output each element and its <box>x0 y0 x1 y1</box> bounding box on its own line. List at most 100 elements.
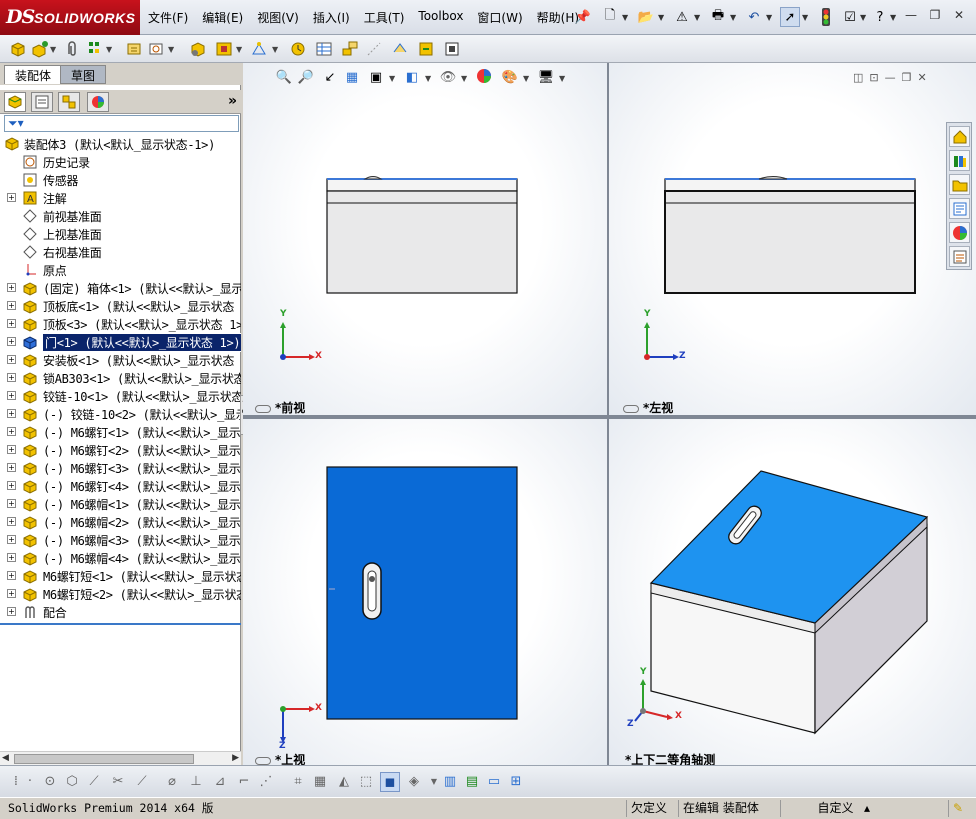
relation-icon[interactable]: ⊥ <box>186 772 206 792</box>
tree-node[interactable]: + A 注解 <box>0 189 241 207</box>
new-part-icon[interactable] <box>30 39 50 59</box>
apply-scene-icon[interactable]: 🎨 <box>501 68 519 88</box>
shaded-box-icon[interactable]: ◼ <box>380 772 400 792</box>
single-view-icon[interactable]: ▭ <box>484 772 504 792</box>
expand-toggle-icon[interactable]: + <box>7 481 16 490</box>
tree-node[interactable]: 历史记录 <box>0 153 241 171</box>
tree-node[interactable]: + (-) M6螺帽<4> (默认<<默认>_显示状 <box>0 549 241 567</box>
print-icon[interactable]: 🖶 <box>708 7 728 27</box>
grid-icon[interactable]: ▦ <box>310 772 330 792</box>
move-dropdown-icon[interactable]: ▼ <box>168 45 174 54</box>
filter-funnel-icon[interactable]: ⏷▾ <box>8 116 24 131</box>
link-views-icon[interactable] <box>255 756 271 765</box>
four-view-icon[interactable]: ⊞ <box>506 772 526 792</box>
expand-toggle-icon[interactable]: + <box>7 409 16 418</box>
sketch-fillet-icon[interactable]: ⌗ <box>288 772 308 792</box>
horizontal-scrollbar[interactable]: ◀ ▶ <box>0 751 241 765</box>
wireframe-box-icon[interactable]: ⬚ <box>356 772 376 792</box>
expand-toggle-icon[interactable]: + <box>7 445 16 454</box>
features-dropdown-icon[interactable]: ▼ <box>236 45 242 54</box>
rebuild-warning-icon[interactable]: ⚠ <box>672 7 692 27</box>
expand-toggle-icon[interactable]: + <box>7 193 16 202</box>
view-layer-icon[interactable]: ▤ <box>462 772 482 792</box>
tree-node[interactable]: + 顶板底<1> (默认<<默认>_显示状态 1 <box>0 297 241 315</box>
zoom-to-fit-icon[interactable]: 🔍 <box>275 68 293 88</box>
viewport-split-icon[interactable]: ◫ <box>853 71 863 84</box>
close-icon[interactable]: ✕ <box>952 8 966 22</box>
corner-rectangle-icon[interactable]: ⌐ <box>234 772 254 792</box>
tree-node[interactable]: + (-) M6螺钉<3> (默认<<默认>_显示状 <box>0 459 241 477</box>
bill-of-materials-icon[interactable] <box>314 39 334 59</box>
help-dropdown-icon[interactable]: ▼ <box>890 13 898 22</box>
section-view-icon[interactable]: ▦ <box>343 68 361 88</box>
tree-node[interactable]: + 安装板<1> (默认<<默认>_显示状态 1 <box>0 351 241 369</box>
options-icon[interactable]: ☑ <box>840 7 860 27</box>
menu-view[interactable]: 视图(V) <box>257 9 299 26</box>
expand-toggle-icon[interactable]: + <box>7 463 16 472</box>
edit-appearance-icon[interactable] <box>475 68 493 88</box>
pattern-dropdown-icon[interactable]: ▼ <box>106 45 112 54</box>
tree-node[interactable]: + (-) 铰链-10<2> (默认<<默认>_显示状 <box>0 405 241 423</box>
configurationmanager-tab-icon[interactable] <box>58 92 80 112</box>
tree-node[interactable]: + (-) M6螺钉<1> (默认<<默认>_显示状 <box>0 423 241 441</box>
appearances-scenes-icon[interactable] <box>949 222 970 243</box>
hide-show-dropdown-icon[interactable]: ▼ <box>461 74 467 83</box>
tree-node[interactable]: + 门<1> (默认<<默认>_显示状态 1>) <box>0 333 241 352</box>
units-dropdown-icon[interactable]: ▴ <box>860 800 874 817</box>
viewport-restore-icon[interactable]: ❐ <box>902 71 912 84</box>
rebuild-dropdown-icon[interactable]: ▼ <box>694 13 702 22</box>
solidworks-resources-icon[interactable] <box>949 126 970 147</box>
featuremanager-tab-icon[interactable] <box>4 92 26 112</box>
hide-show-items-icon[interactable]: 👁 <box>439 68 457 88</box>
viewport-link-icon[interactable]: ⊡ <box>869 71 878 84</box>
viewport-close-icon[interactable]: ✕ <box>918 71 927 84</box>
take-snapshot-icon[interactable] <box>442 39 462 59</box>
expand-toggle-icon[interactable]: + <box>7 373 16 382</box>
design-library-icon[interactable] <box>949 150 970 171</box>
tree-node[interactable]: + 配合 <box>0 603 241 621</box>
options-dropdown-icon[interactable]: ▼ <box>860 13 868 22</box>
tree-node[interactable]: + M6螺钉短<1> (默认<<默认>_显示状态 <box>0 567 241 585</box>
dynamic-annotation-icon[interactable]: ▣ <box>367 68 385 88</box>
show-hidden-icon[interactable] <box>188 39 208 59</box>
smart-fastener-icon[interactable] <box>124 39 144 59</box>
linear-pattern-icon[interactable] <box>86 39 106 59</box>
previous-view-icon[interactable]: ↙ <box>321 68 339 88</box>
minimize-icon[interactable]: — <box>904 8 918 22</box>
view-settings-dropdown-icon[interactable]: ▼ <box>559 74 565 83</box>
expand-toggle-icon[interactable]: + <box>7 571 16 580</box>
new-motion-study-icon[interactable] <box>288 39 308 59</box>
component-dropdown-icon[interactable]: ▼ <box>50 45 56 54</box>
tree-node[interactable]: + (-) M6螺帽<2> (默认<<默认>_显示状 <box>0 513 241 531</box>
section-icon[interactable]: ▥ <box>440 772 460 792</box>
propertymanager-tab-icon[interactable] <box>31 92 53 112</box>
select-dropdown-icon[interactable]: ▼ <box>802 13 810 22</box>
instant3d-icon[interactable] <box>390 39 410 59</box>
expand-toggle-icon[interactable]: + <box>7 301 16 310</box>
open-folder-icon[interactable]: 📂 <box>636 7 656 27</box>
annotation-dropdown-icon[interactable]: ▼ <box>389 74 395 83</box>
menu-window[interactable]: 窗口(W) <box>477 9 522 26</box>
expand-toggle-icon[interactable]: + <box>7 391 16 400</box>
menu-tools[interactable]: 工具(T) <box>364 9 405 26</box>
expand-toggle-icon[interactable]: + <box>7 535 16 544</box>
restore-icon[interactable]: ❐ <box>928 8 942 22</box>
update-speedpak-icon[interactable] <box>416 39 436 59</box>
viewport-top[interactable]: X Z *上视 <box>243 419 607 765</box>
circle-icon[interactable]: ⊙ <box>40 772 60 792</box>
arc-icon[interactable]: ⟋ <box>132 772 152 792</box>
orientation-dropdown-icon[interactable]: ▼ <box>425 74 431 83</box>
view-orientation-icon[interactable]: ◧ <box>403 68 421 88</box>
convert-entities-icon[interactable]: ⊿ <box>210 772 230 792</box>
menu-insert[interactable]: 插入(I) <box>313 9 350 26</box>
tree-node[interactable]: 上视基准面 <box>0 225 241 243</box>
open-dropdown-icon[interactable]: ▼ <box>658 13 666 22</box>
tree-filter-input[interactable]: ⏷▾ <box>4 115 239 132</box>
tree-node[interactable]: + 铰链-10<1> (默认<<默认>_显示状态 <box>0 387 241 405</box>
expand-toggle-icon[interactable]: + <box>7 427 16 436</box>
traffic-light-icon[interactable] <box>816 7 836 27</box>
menu-file[interactable]: 文件(F) <box>148 9 188 26</box>
point-icon[interactable]: · <box>20 772 40 792</box>
expand-toggle-icon[interactable]: + <box>7 589 16 598</box>
select-arrow-icon[interactable]: ➚ <box>780 7 800 27</box>
